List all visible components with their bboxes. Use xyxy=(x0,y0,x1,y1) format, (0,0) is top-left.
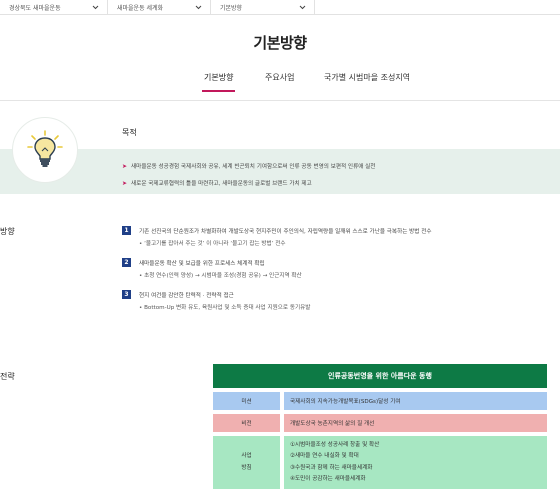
tab-basic-direction[interactable]: 기본방향 xyxy=(201,72,236,92)
strategy-banner: 인류공동번영을 위한 아름다운 동행 xyxy=(213,364,547,388)
direction-subtext: • 초청 연수(인력 양성) → 시범마을 조성(경험 공유) → 인근지역 확… xyxy=(139,273,302,279)
lightbulb-icon xyxy=(27,130,63,167)
strategy-label: 전략 xyxy=(0,372,15,381)
arrow-right-icon: ➤ xyxy=(122,162,128,170)
plan-item: ③수원국과 함께 하는 새마을세계화 xyxy=(290,464,373,471)
breadcrumb-item-direction[interactable]: 기본방향 xyxy=(211,0,315,15)
purpose-item: ➤ 새마을운동 성공경험 국제사회와 공유, 세계 빈곤퇴치 기여함으로써 인류… xyxy=(122,162,376,171)
directions-label: 방향 xyxy=(0,227,15,236)
plan-item: ④도민이 공감하는 새마을세계화 xyxy=(290,476,366,482)
tab-bar: 기본방향 주요사업 국가별 시범마을 조성지역 xyxy=(0,72,560,92)
purpose-item-text: 새로운 국제교류협력의 틀을 마련하고, 새마을운동의 글로벌 브랜드 가치 제… xyxy=(131,181,312,187)
breadcrumb-item-region[interactable]: 경상북도 새마을운동 xyxy=(0,0,108,15)
tab-main-projects[interactable]: 주요사업 xyxy=(265,72,294,92)
purpose-item-text: 새마을운동 성공경험 국제사회와 공유, 세계 빈곤퇴치 기여함으로써 인류 공… xyxy=(131,164,376,170)
page-title: 기본방향 xyxy=(253,34,307,52)
chevron-down-icon xyxy=(299,5,306,10)
direction-text: 새마을운동 확산 및 보급을 위한 프로세스 체계적 확립 xyxy=(139,261,265,267)
plan-label-line: 사업 xyxy=(241,453,252,459)
breadcrumb: 경상북도 새마을운동 새마을운동 세계화 기본방향 xyxy=(0,0,560,15)
tab-pilot-villages[interactable]: 국가별 시범마을 조성지역 xyxy=(324,72,410,92)
number-badge: 3 xyxy=(122,290,131,299)
vision-label: 비전 xyxy=(213,414,280,432)
mission-label: 미션 xyxy=(213,392,280,410)
plan-list: ①시범마을조성 성공사례 창출 및 확산 ②새마을 연수 내실화 및 확대 ③수… xyxy=(284,436,547,489)
divider xyxy=(0,100,560,101)
number-badge: 2 xyxy=(122,258,131,267)
vision-text: 개발도상국 농촌지역의 삶의 질 개선 xyxy=(284,414,547,432)
breadcrumb-item-globalization[interactable]: 새마을운동 세계화 xyxy=(108,0,211,15)
purpose-icon-circle xyxy=(12,117,78,183)
direction-text: 현지 여건을 감안한 탄력적 · 전략적 접근 xyxy=(139,293,234,299)
direction-subtext: • ‘물고기를 잡아서 주는 것’ 이 아니라 ‘물고기 잡는 방법’ 전수 xyxy=(139,241,286,247)
chevron-down-icon xyxy=(195,5,202,10)
plan-item: ①시범마을조성 성공사례 창출 및 확산 xyxy=(290,441,380,448)
arrow-right-icon: ➤ xyxy=(122,179,128,187)
purpose-band xyxy=(0,149,560,194)
plan-label-line: 방침 xyxy=(241,464,252,471)
purpose-item: ➤ 새로운 국제교류협력의 틀을 마련하고, 새마을운동의 글로벌 브랜드 가치… xyxy=(122,179,312,188)
mission-text: 국제사회의 지속가능개발목표(SDGs)달성 기여 xyxy=(284,392,547,410)
number-badge: 1 xyxy=(122,226,131,235)
plan-label: 사업 방침 xyxy=(213,436,280,489)
chevron-down-icon xyxy=(92,5,99,10)
breadcrumb-label: 경상북도 새마을운동 xyxy=(9,5,61,12)
plan-item: ②새마을 연수 내실화 및 확대 xyxy=(290,453,359,459)
breadcrumb-label: 새마을운동 세계화 xyxy=(117,5,164,12)
breadcrumb-label: 기본방향 xyxy=(220,5,243,12)
direction-text: 기존 선진국의 단순원조가 차별화하여 개발도상국 현지주민이 주인의식, 자립… xyxy=(139,229,432,235)
direction-subtext: • Bottom-Up 변화 유도, 육원사업 및 소득 증대 사업 지원으로 … xyxy=(139,305,311,311)
purpose-label: 목적 xyxy=(122,128,137,137)
